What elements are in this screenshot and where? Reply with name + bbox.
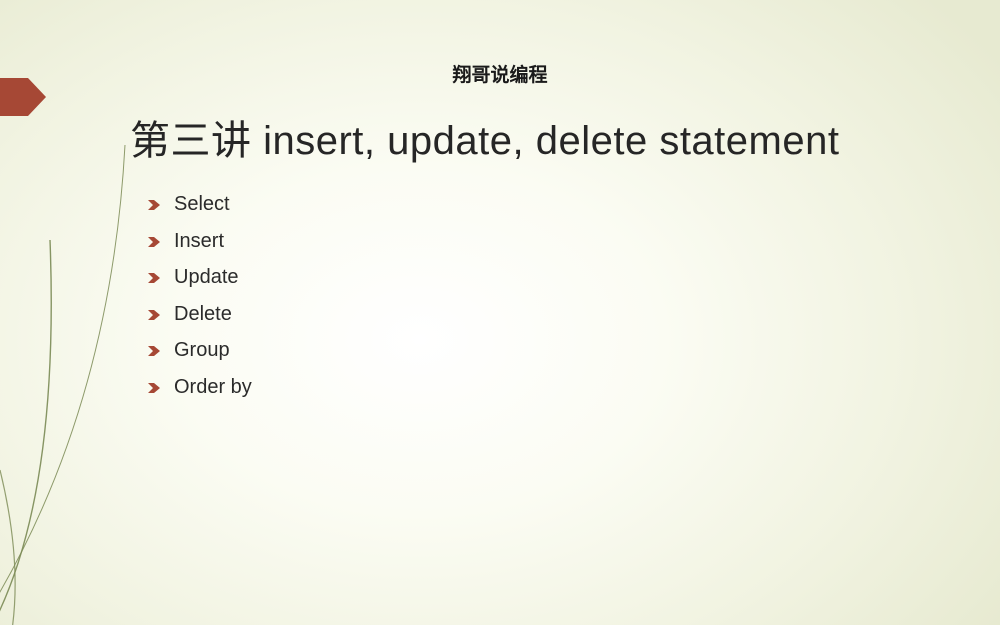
bullet-icon bbox=[148, 308, 162, 322]
list-item-label: Delete bbox=[174, 304, 232, 324]
bullet-list: Select Insert Update Delete Group Order … bbox=[148, 194, 252, 413]
header-label: 翔哥说编程 bbox=[0, 60, 1000, 87]
list-item: Insert bbox=[148, 231, 252, 251]
slide-title: 第三讲 insert, update, delete statement bbox=[130, 108, 839, 166]
list-item: Delete bbox=[148, 304, 252, 324]
list-item-label: Group bbox=[174, 340, 230, 360]
bullet-icon bbox=[148, 271, 162, 285]
list-item: Update bbox=[148, 267, 252, 287]
list-item: Group bbox=[148, 340, 252, 360]
bullet-icon bbox=[148, 235, 162, 249]
list-item: Order by bbox=[148, 377, 252, 397]
bullet-icon bbox=[148, 381, 162, 395]
list-item-label: Insert bbox=[174, 231, 224, 251]
list-item-label: Update bbox=[174, 267, 239, 287]
list-item: Select bbox=[148, 194, 252, 214]
bullet-icon bbox=[148, 344, 162, 358]
bullet-icon bbox=[148, 198, 162, 212]
slide: 翔哥说编程 第三讲 insert, update, delete stateme… bbox=[0, 0, 1000, 625]
list-item-label: Select bbox=[174, 194, 230, 214]
list-item-label: Order by bbox=[174, 377, 252, 397]
